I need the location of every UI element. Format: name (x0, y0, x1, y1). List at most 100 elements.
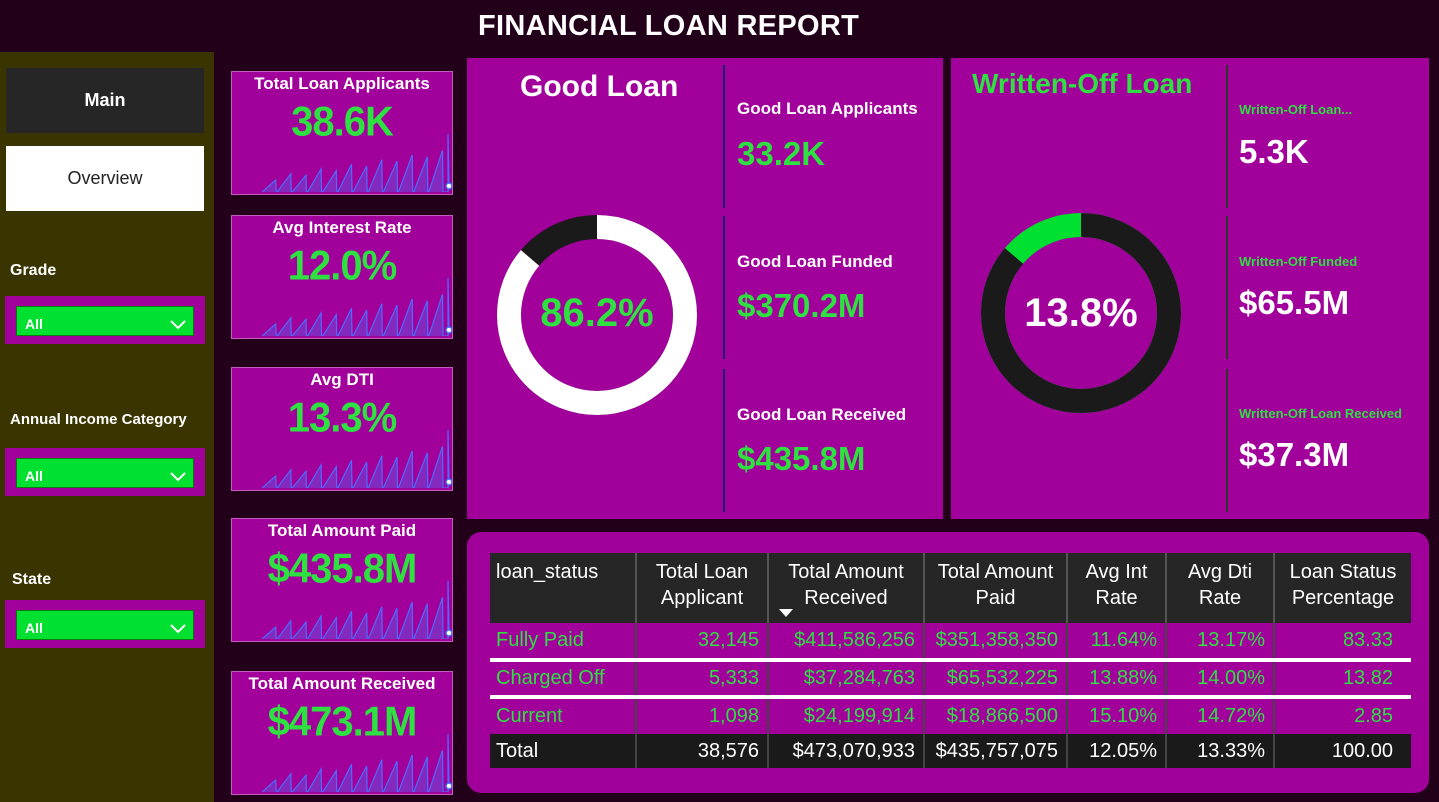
column-header[interactable]: Avg Dti Rate (1166, 553, 1275, 623)
table-cell: 12.05% (1067, 734, 1167, 768)
divider (1226, 369, 1228, 512)
good-loan-panel: Good Loan 86.2% Good Loan Applicants 33.… (467, 58, 943, 519)
table-cell: Current (490, 697, 637, 734)
table-cell: 13.88% (1067, 660, 1167, 699)
table-cell: $18,866,500 (924, 697, 1068, 734)
written-off-percent: 13.8% (1024, 291, 1138, 335)
state-filter-label: State (12, 571, 52, 588)
sparkline-area (262, 581, 449, 639)
kpi-avg-interest-rate: Avg Interest Rate 12.0% (231, 215, 453, 339)
column-header-sorted[interactable]: Total Amount Received (768, 553, 925, 623)
kpi-sparkline (262, 133, 452, 192)
table-cell: 14.72% (1166, 697, 1275, 734)
loan-status-table: loan_status Total Loan Applicant Total A… (490, 553, 1411, 768)
sparkline-area (262, 134, 449, 192)
column-header[interactable]: Loan Status Percentage (1274, 553, 1411, 623)
column-header-label: Avg Int Rate (1085, 561, 1148, 609)
table-cell: Fully Paid (490, 623, 637, 662)
table-cell: 11.64% (1067, 623, 1167, 662)
grade-filter-label: Grade (10, 262, 57, 279)
chevron-down-icon (170, 624, 186, 634)
written-off-funded-label: Written-Off Funded (1239, 254, 1358, 269)
good-loan-funded-value: $370.2M (737, 287, 866, 324)
income-filter: All (5, 448, 205, 496)
sparkline-area (262, 278, 449, 336)
kpi-total-amount-paid: Total Amount Paid $435.8M (231, 518, 453, 642)
written-off-applicants-label: Written-Off Loan... (1239, 102, 1353, 117)
income-dropdown-value: All (25, 468, 43, 484)
kpi-title: Avg DTI (310, 370, 374, 389)
divider (723, 369, 725, 512)
column-header[interactable]: Total Amount Paid (924, 553, 1068, 623)
table-cell: 2.85 (1354, 705, 1393, 727)
table-cell: Charged Off (490, 660, 637, 699)
column-header-label: Total Loan Applicant (655, 561, 749, 609)
sparkline-area (262, 734, 449, 792)
good-loan-received-value: $435.8M (737, 440, 866, 477)
table-cell: 5,333 (636, 660, 769, 699)
kpi-sparkline (262, 733, 452, 792)
table-row[interactable]: Fully Paid 32,145 $411,586,256 $351,358,… (490, 623, 1411, 662)
table-total-row: Total 38,576 $473,070,933 $435,757,075 1… (490, 734, 1411, 768)
table-cell: Total (490, 734, 637, 768)
written-off-funded-value: $65.5M (1239, 284, 1350, 321)
income-dropdown[interactable]: All (16, 458, 194, 488)
sparkline-area (262, 430, 449, 488)
table-cell: $65,532,225 (924, 660, 1068, 699)
table-cell: 83.33 (1274, 623, 1411, 662)
state-filter: All (5, 600, 205, 648)
table-cell: $435,757,075 (924, 734, 1068, 768)
column-header-label: Avg Dti Rate (1187, 561, 1253, 609)
main-nav-button[interactable]: Main (6, 68, 204, 133)
table-cell: 15.10% (1067, 697, 1167, 734)
table-cell: 1,098 (636, 697, 769, 734)
state-dropdown[interactable]: All (16, 610, 194, 640)
good-loan-received-label: Good Loan Received (737, 405, 907, 424)
kpi-title: Avg Interest Rate (272, 218, 412, 237)
good-loan-funded-label: Good Loan Funded (737, 252, 893, 271)
state-dropdown-value: All (25, 620, 43, 636)
kpi-sparkline (262, 580, 452, 639)
good-loan-title: Good Loan (520, 70, 679, 103)
divider (723, 65, 725, 208)
table-row[interactable]: Current 1,098 $24,199,914 $18,866,500 15… (490, 697, 1411, 734)
sparkline-end-point (445, 326, 452, 334)
divider (1226, 216, 1228, 359)
income-filter-label: Annual Income Category (10, 411, 187, 428)
table-cell: 14.00% (1166, 660, 1275, 699)
grade-dropdown-value: All (25, 316, 43, 332)
table-cell: $473,070,933 (768, 734, 925, 768)
table-cell: 32,145 (636, 623, 769, 662)
kpi-sparkline (262, 429, 452, 488)
loan-status-table-panel: loan_status Total Loan Applicant Total A… (467, 532, 1429, 793)
column-header[interactable]: Avg Int Rate (1067, 553, 1167, 623)
column-header[interactable]: loan_status (490, 553, 637, 623)
grade-filter: All (5, 296, 205, 344)
chevron-down-icon (170, 320, 186, 330)
column-header[interactable]: Total Loan Applicant (636, 553, 769, 623)
sparkline-end-point (445, 182, 452, 190)
written-off-received-value: $37.3M (1239, 436, 1350, 473)
table-cell: $351,358,350 (924, 623, 1068, 662)
written-off-loan-panel: Written-Off Loan 13.8% Written-Off Loan.… (951, 58, 1429, 519)
table-cell: 13.17% (1166, 623, 1275, 662)
sort-descending-icon (779, 609, 793, 617)
written-off-received-label: Written-Off Loan Received (1239, 406, 1403, 421)
grade-dropdown[interactable]: All (16, 306, 194, 336)
written-off-applicants-value: 5.3K (1239, 133, 1309, 170)
table-row[interactable]: Charged Off 5,333 $37,284,763 $65,532,22… (490, 660, 1411, 699)
table-cell: 13.33% (1166, 734, 1275, 768)
sidebar: Main Overview Grade All Annual Income Ca… (0, 52, 214, 802)
kpi-sparkline (262, 277, 452, 336)
kpi-avg-dti: Avg DTI 13.3% (231, 367, 453, 491)
column-header-label: Total Amount Paid (937, 561, 1054, 609)
report-title: FINANCIAL LOAN REPORT (478, 10, 860, 42)
kpi-title: Total Loan Applicants (254, 74, 430, 93)
written-off-loan-title: Written-Off Loan (972, 68, 1193, 99)
column-header-label: Loan Status Percentage (1289, 561, 1397, 609)
table-cell: $24,199,914 (768, 697, 925, 734)
kpi-title: Total Amount Paid (267, 521, 417, 540)
overview-nav-button[interactable]: Overview (6, 146, 204, 211)
table-cell: 100.00 (1274, 734, 1411, 768)
table-cell: 13.82 (1274, 660, 1411, 699)
